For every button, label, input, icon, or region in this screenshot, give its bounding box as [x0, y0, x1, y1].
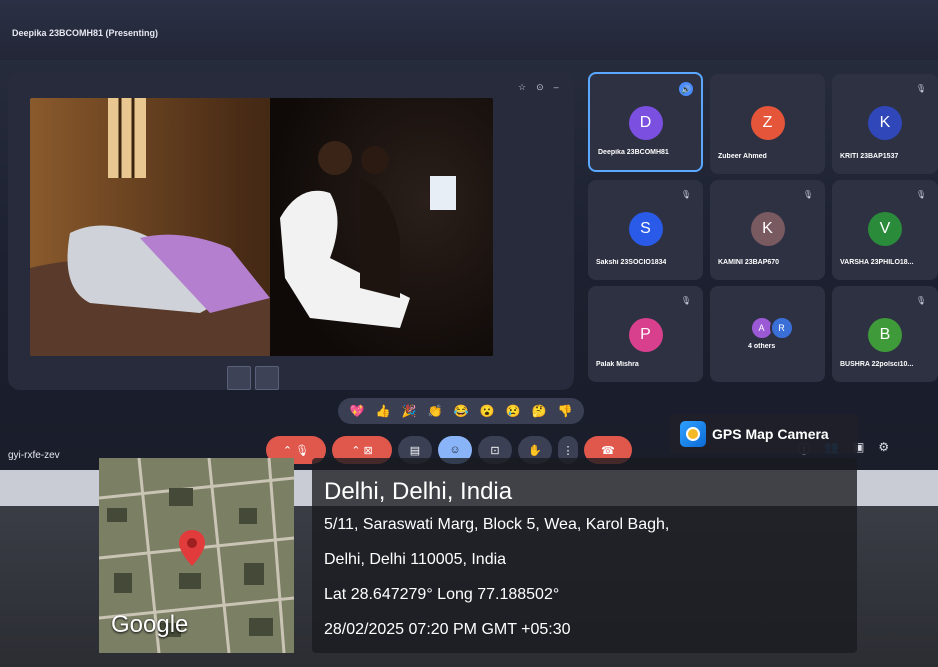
phone-hangup-icon: ☎ — [601, 444, 615, 457]
participant-tile-varsha[interactable]: 🎙 V VARSHA 23PHILO18... — [832, 180, 938, 280]
avatar: R — [769, 316, 794, 340]
participant-name: Sakshi 23SOCIO1834 — [596, 259, 667, 266]
avatar: K — [868, 106, 902, 140]
present-icon: ⊡ — [490, 444, 500, 457]
meeting-code: gyi-rxfe-zev — [8, 450, 60, 461]
mic-off-icon: 🎙 — [802, 190, 813, 199]
mic-off-icon: ⌃ 🎙 — [282, 444, 310, 457]
reaction-surprised[interactable]: 😮 — [480, 404, 495, 418]
coordinates: Lat 28.647279° Long 77.188502° — [324, 586, 560, 603]
address-line-1: 5/11, Saraswati Marg, Block 5, Wea, Karo… — [324, 516, 670, 533]
slide-thumb-2[interactable] — [255, 366, 279, 390]
gps-app-name: GPS Map Camera — [712, 426, 829, 442]
mic-off-icon: 🎙 — [915, 84, 926, 93]
reaction-thinking[interactable]: 🤔 — [532, 404, 547, 418]
participant-name: KRITI 23BAP1537 — [840, 153, 899, 160]
avatar-group: A R — [749, 316, 794, 340]
meeting-header: Deepika 23BCOMH81 (Presenting) — [0, 0, 938, 60]
reaction-heart[interactable]: 💖 — [350, 404, 365, 418]
participant-tile-zubeer[interactable]: Z Zubeer Ahmed — [710, 74, 825, 174]
location-title: Delhi, Delhi, India — [324, 478, 513, 505]
reaction-clap[interactable]: 👏 — [428, 404, 443, 418]
location-info-panel: Delhi, Delhi, India 5/11, Saraswati Marg… — [312, 458, 857, 653]
emoji-icon: ☺ — [449, 444, 461, 456]
camera-off-icon: ⌃ ⊠ — [351, 444, 373, 457]
avatar: D — [628, 106, 663, 140]
mic-off-icon: 🎙 — [680, 190, 691, 199]
captions-icon: ▤ — [409, 444, 421, 457]
minimize-icon[interactable]: – — [554, 82, 559, 93]
participant-name: KAMINI 23BAP670 — [718, 259, 780, 266]
reaction-thumbs-up[interactable]: 👍 — [376, 404, 391, 418]
participant-tile-palak[interactable]: 🎙 P Palak Mishra — [588, 286, 703, 382]
presenter-title: Deepika 23BCOMH81 (Presenting) — [12, 28, 159, 38]
datetime: 28/02/2025 07:20 PM GMT +05:30 — [324, 621, 571, 638]
participant-name: VARSHA 23PHILO18... — [840, 259, 914, 266]
avatar: P — [628, 318, 663, 352]
reaction-sad[interactable]: 😢 — [506, 404, 521, 418]
participant-tile-sakshi[interactable]: 🎙 S Sakshi 23SOCIO1834 — [588, 180, 703, 280]
slide-thumbnails — [227, 366, 279, 390]
more-icon: ⋮ — [562, 444, 574, 457]
reaction-laugh[interactable]: 😂 — [454, 404, 469, 418]
participant-name: BUSHRA 22polsci10... — [840, 361, 914, 368]
participant-name: Deepika 23BCOMH81 — [598, 149, 669, 156]
participant-tile-bushra[interactable]: 🎙 B BUSHRA 22polsci10... — [832, 286, 938, 382]
participant-tile-kamini[interactable]: 🎙 K KAMINI 23BAP670 — [710, 180, 825, 280]
participant-name: Palak Mishra — [596, 361, 639, 368]
settings-icon[interactable]: ⊙ — [536, 82, 544, 93]
participant-tile-others[interactable]: A R 4 others — [710, 286, 825, 382]
mic-off-icon: 🎙 — [915, 296, 926, 305]
avatar: Z — [750, 106, 785, 140]
map-provider-label: Google — [111, 611, 189, 638]
stage-tools: ☆ ⊙ – — [518, 82, 559, 93]
screen-photo: Deepika 23BCOMH81 (Presenting) ☆ ⊙ – 🔊 D… — [0, 0, 938, 667]
participant-tile-deepika[interactable]: 🔊 D Deepika 23BCOMH81 — [588, 72, 703, 172]
participant-name: Zubeer Ahmed — [718, 153, 767, 160]
pin-icon[interactable]: ☆ — [518, 82, 526, 93]
mic-off-icon: 🎙 — [915, 190, 926, 199]
reactions-bar: 💖 👍 🎉 👏 😂 😮 😢 🤔 👎 — [338, 398, 584, 424]
avatar: K — [750, 212, 785, 246]
avatar: V — [868, 212, 902, 246]
reaction-thumbs-down[interactable]: 👎 — [558, 404, 573, 418]
reaction-party[interactable]: 🎉 — [402, 404, 417, 418]
participant-name: 4 others — [748, 343, 776, 350]
activities-icon[interactable]: ⚙ — [878, 440, 889, 457]
avatar: S — [628, 212, 663, 246]
location-map: Google — [99, 458, 294, 653]
shared-screen-image — [30, 98, 493, 356]
hand-icon: ✋ — [528, 444, 542, 457]
avatar: B — [868, 318, 902, 352]
mic-off-icon: 🎙 — [680, 296, 691, 305]
map-pin-icon — [179, 530, 205, 566]
participant-tile-kriti[interactable]: 🎙 K KRITI 23BAP1537 — [832, 74, 938, 174]
speaking-icon: 🔊 — [679, 82, 693, 96]
gps-app-badge: GPS Map Camera — [670, 414, 858, 454]
address-line-2: Delhi, Delhi 110005, India — [324, 551, 507, 568]
gps-camera-logo-icon — [680, 421, 706, 447]
slide-thumb-1[interactable] — [227, 366, 251, 390]
